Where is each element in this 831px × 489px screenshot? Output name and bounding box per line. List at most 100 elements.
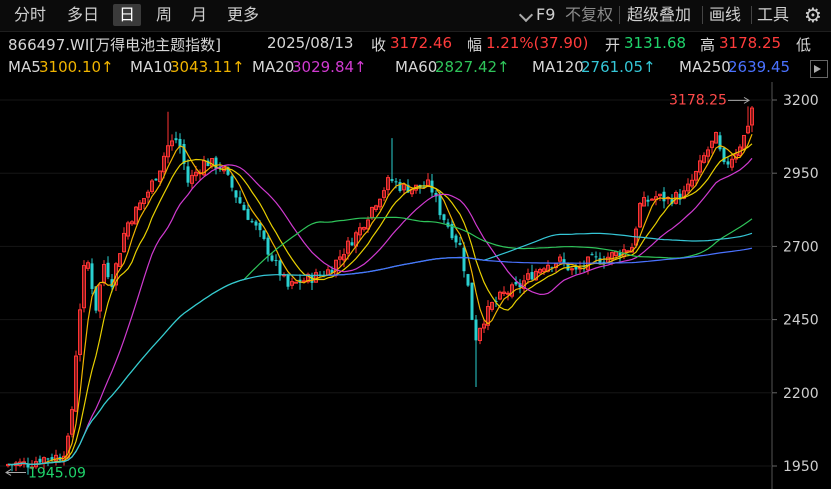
toolbar-divider [619,6,620,24]
ma-label: MA60 [395,58,438,76]
candle-body [466,274,470,286]
candle-body [394,181,398,183]
ma-label: MA10 [130,58,173,76]
candle-body [242,204,246,211]
candle-body [590,254,594,256]
ma-line-ma120 [7,232,753,466]
ma-label: MA20 [252,58,295,76]
super-overlay-button[interactable]: 超级叠加 [627,4,691,26]
chart-toolbar: 分时 多日日周月更多 F9 不复权 超级叠加 画线 工具 ⚙ [0,0,831,32]
candle-body [238,197,242,204]
candle-body [662,191,666,202]
axis-tick-label: 2700 [783,239,819,255]
ma-value: 2827.42↑ [435,58,510,76]
low-label: 低 [796,36,812,54]
ma-value: 2639.45 [728,58,791,76]
candle-body [266,237,270,255]
candle-body [474,319,478,341]
candle-body [442,214,446,221]
candle-body [230,176,234,188]
candle-body [46,458,50,460]
candle-body [570,268,574,271]
candle-body [530,272,534,280]
candle-body [106,262,110,278]
candle-body [350,242,354,246]
change-label: 幅 [467,36,483,54]
candle-body [154,178,158,181]
tab-5[interactable]: 更多 [222,4,264,26]
candle-body [646,199,650,202]
axis-tick-label: 3200 [783,93,819,109]
candle-body [562,259,566,263]
open-value: 3131.68 [624,34,687,52]
ma-line-ma10 [7,143,753,466]
low-annotation: 1945.09 [28,465,86,481]
change-value: 1.21%(37.90) [486,34,589,52]
candle-body [726,161,730,165]
candle-body [294,281,298,284]
candle-body [254,221,258,226]
tools-button[interactable]: 工具 [757,4,789,26]
index-name: 866497.WI[万得电池主题指数] [8,36,221,54]
ma-label: MA5 [8,58,41,76]
toolbar-divider [702,6,703,24]
gear-icon[interactable]: ⚙ [804,3,822,27]
candle-body [234,190,238,198]
quote-date: 2025/08/13 [267,34,354,52]
candlestick-chart[interactable]: 3200 2950 2700 2450 2200 1950 3178.25 1945.09 [0,82,831,489]
ma-value: 2761.05↑ [581,58,656,76]
ma-value: 3043.11↑ [170,58,245,76]
candle-body [270,255,274,261]
candle-body [286,274,290,287]
candle-body [250,221,254,223]
candle-body [462,247,466,272]
tab-4[interactable]: 月 [185,4,213,26]
ma-label: MA250 [679,58,731,76]
f9-button[interactable]: F9 [536,4,555,26]
high-label: 高 [700,36,716,54]
candle-body [246,208,250,220]
candle-body [90,263,94,289]
ma-value: 3100.10↑ [39,58,114,76]
candle-body [438,194,442,216]
candle-body [594,256,598,258]
tab-2[interactable]: 日 [113,4,141,26]
tab-3[interactable]: 周 [150,4,178,26]
candle-body [38,458,42,463]
candle-body [470,282,474,320]
candle-body [650,198,654,201]
candle-body [574,266,578,270]
axis-tick-label: 1950 [783,459,819,475]
candle-body [506,292,510,295]
high-value: 3178.25 [719,34,782,52]
draw-line-button[interactable]: 画线 [709,4,741,26]
chevron-down-icon[interactable] [518,6,532,24]
open-label: 开 [605,36,621,54]
quote-info-bar: 866497.WI[万得电池主题指数] 2025/08/13 收 3172.46… [0,31,831,56]
candle-body [278,260,282,276]
candle-body [398,182,402,191]
close-value: 3172.46 [390,34,453,52]
ma-value: 3029.84↑ [292,58,367,76]
candle-body [186,166,190,183]
candle-body [718,135,722,150]
axis-tick-label: 2450 [783,313,819,329]
tab-1[interactable]: 多日 [62,4,104,26]
no-adjust-button[interactable]: 不复权 [565,4,613,26]
axis-tick-label: 2200 [783,386,819,402]
expand-legend-icon[interactable] [810,60,828,78]
toolbar-divider [751,6,752,24]
candle-body [174,138,178,141]
ma-line-ma5 [7,133,753,466]
close-label: 收 [371,36,387,54]
tab-0[interactable]: 分时 [9,4,51,26]
axis-tick-label: 2950 [783,166,819,182]
candle-body [390,179,394,181]
candle-body [458,243,462,245]
candle-body [274,260,278,262]
high-annotation: 3178.25 [669,92,727,108]
ma-label: MA120 [532,58,584,76]
candle-body [454,235,458,243]
candle-body [262,230,266,239]
moving-average-legend: MA5 3100.10↑ MA10 3043.11↑ MA20 3029.84↑ MA60 2… [0,56,831,81]
